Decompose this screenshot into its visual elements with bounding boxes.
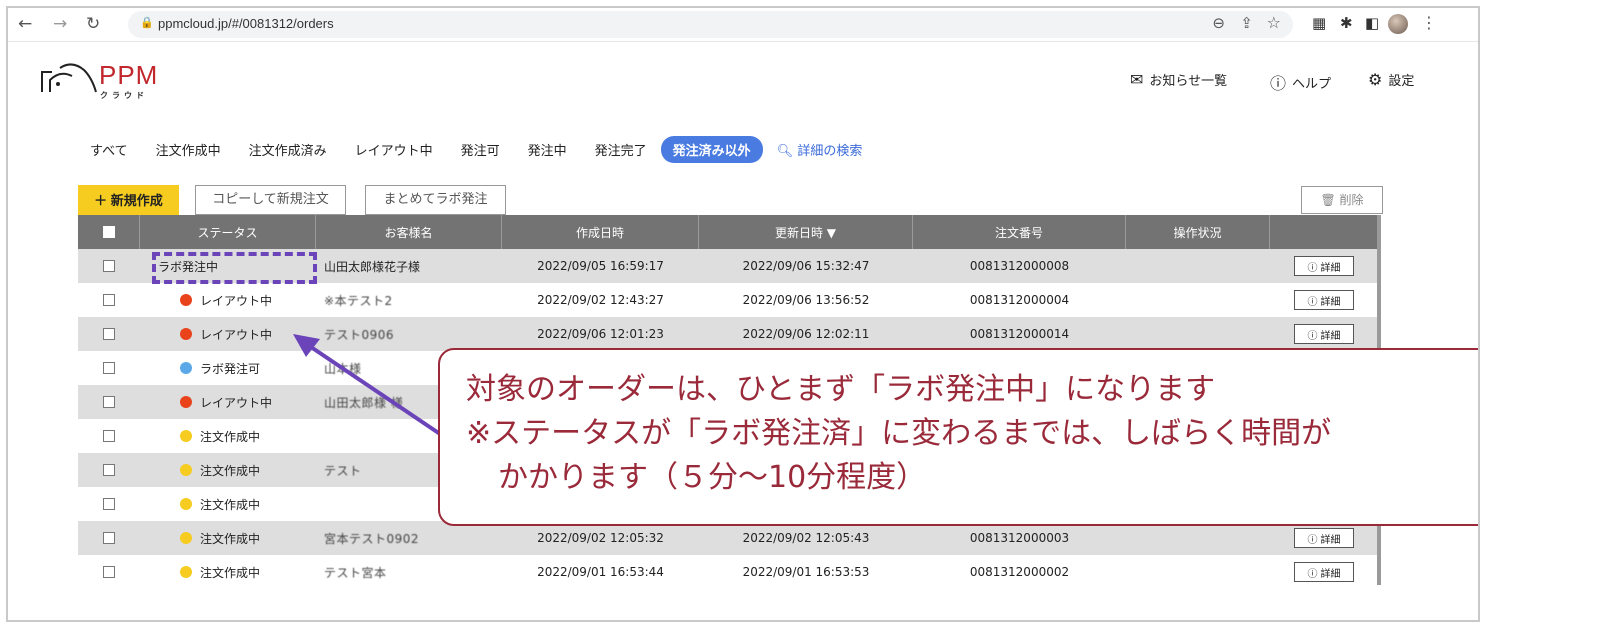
browser-window: ← → ↻ 🔒 ppmcloud.jp/#/0081312/orders ⊖ ⇪… xyxy=(6,6,1480,622)
annotation-arrow-icon xyxy=(293,334,448,440)
callout-line-3: かかります（５分～10分程度） xyxy=(498,460,927,495)
annotation-callout: 対象のオーダーは、ひとまず「ラボ発注中」になります ※ステータスが「ラボ発注済」… xyxy=(438,348,1478,526)
callout-line-1: 対象のオーダーは、ひとまず「ラボ発注中」になります xyxy=(466,372,1216,407)
callout-line-2: ※ステータスが「ラボ発注済」に変わるまでは、しばらく時間が xyxy=(466,416,1332,451)
